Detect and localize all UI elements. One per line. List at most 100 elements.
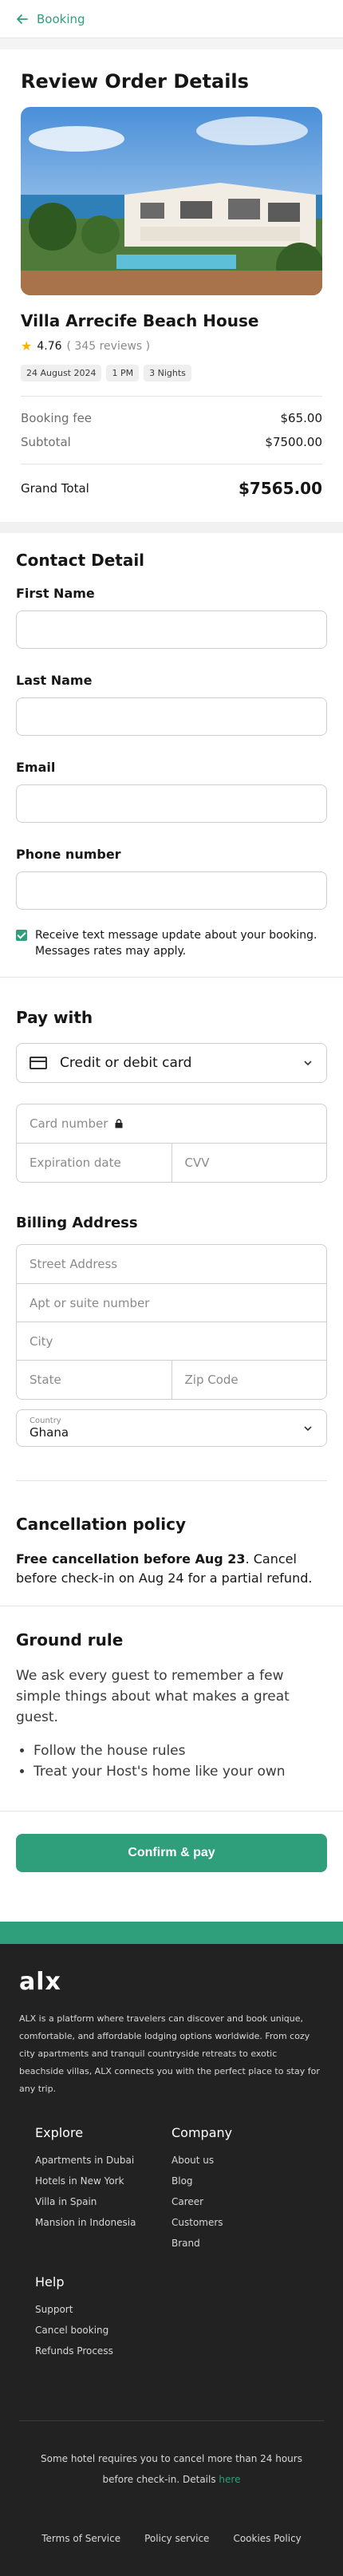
notice-text: Some hotel requires you to cancel more t… (41, 2453, 302, 2485)
subtotal-label: Subtotal (21, 435, 71, 449)
card-details-box: Card number Expiration date CVV (16, 1104, 327, 1183)
email-label: Email (16, 760, 56, 775)
street-placeholder: Street Address (30, 1257, 118, 1271)
explore-link[interactable]: Villa in Spain (35, 2196, 172, 2207)
country-label: Country (30, 1416, 61, 1425)
top-bar: Booking (0, 0, 343, 38)
sms-consent: Receive text message update about your b… (16, 927, 327, 959)
tag-time: 1 PM (106, 365, 140, 381)
booking-fee-label: Booking fee (21, 411, 93, 425)
booking-fee-value: $65.00 (280, 411, 323, 425)
spacer-band (0, 522, 343, 533)
company-link[interactable]: Career (172, 2196, 308, 2207)
sms-consent-text: Receive text message update about your b… (35, 929, 317, 958)
chevron-down-icon (304, 1061, 312, 1066)
cancellation-section: Cancellation policy Free cancellation be… (0, 1499, 343, 1606)
policy-link[interactable]: Policy service (144, 2533, 209, 2544)
card-expiry-cvv-row: Expiration date CVV (17, 1143, 326, 1182)
phone-input[interactable] (16, 871, 327, 910)
street-input[interactable]: Street Address (17, 1245, 326, 1283)
ground-rule-list: Follow the house rules Treat your Host's… (16, 1740, 327, 1782)
rating-value: 4.76 (37, 339, 62, 353)
footer-accent-strip (0, 1922, 343, 1944)
rating: ★ 4.76 ( 345 reviews ) (21, 338, 322, 354)
state-placeholder: State (30, 1373, 61, 1387)
last-name-input[interactable] (16, 697, 327, 736)
brand-logo[interactable]: alx (19, 1968, 324, 1996)
cvv-placeholder: CVV (184, 1156, 210, 1170)
ground-rule-title: Ground rule (16, 1630, 124, 1650)
first-name-label: First Name (16, 586, 95, 601)
back-button[interactable]: Booking (16, 12, 85, 26)
lock-icon (115, 1119, 123, 1128)
cookies-link[interactable]: Cookies Policy (233, 2533, 301, 2544)
card-number-placeholder: Card number (30, 1116, 108, 1131)
payment-method-value: Credit or debit card (60, 1055, 192, 1071)
explore-column: Explore Apartments in Dubai Hotels in Ne… (35, 2125, 172, 2258)
help-link[interactable]: Refunds Process (35, 2345, 308, 2357)
contact-title: Contact Detail (16, 551, 145, 570)
help-column: Help Support Cancel booking Refunds Proc… (19, 2274, 324, 2357)
divider (21, 396, 322, 397)
footer-notice: Some hotel requires you to cancel more t… (19, 2448, 324, 2490)
email-input[interactable] (16, 784, 327, 823)
company-link[interactable]: About us (172, 2155, 308, 2166)
company-column: Company About us Blog Career Customers B… (172, 2125, 308, 2258)
confirm-wrapper: Confirm & pay (0, 1834, 343, 1922)
notice-link[interactable]: here (219, 2474, 240, 2485)
spacer-band (0, 38, 343, 49)
tag-nights: 3 Nights (144, 365, 191, 381)
star-icon: ★ (21, 338, 33, 354)
explore-link[interactable]: Mansion in Indonesia (35, 2217, 172, 2228)
help-title: Help (35, 2274, 65, 2290)
card-number-input[interactable]: Card number (17, 1104, 326, 1143)
city-placeholder: City (30, 1333, 53, 1349)
last-name-label: Last Name (16, 673, 93, 688)
cancellation-text: Free cancellation before Aug 23. Cancel … (16, 1550, 327, 1588)
cvv-input[interactable]: CVV (171, 1144, 327, 1182)
legal-links: Terms of Service Policy service Cookies … (19, 2533, 324, 2544)
page-title: Review Order Details (21, 70, 249, 93)
expiration-placeholder: Expiration date (30, 1156, 121, 1170)
expiration-input[interactable]: Expiration date (17, 1144, 172, 1182)
explore-link[interactable]: Apartments in Dubai (35, 2155, 172, 2166)
divider (16, 1480, 327, 1481)
payment-method-select[interactable]: Credit or debit card (16, 1043, 327, 1083)
apt-placeholder: Apt or suite number (30, 1295, 150, 1310)
footer-columns: Explore Apartments in Dubai Hotels in Ne… (19, 2125, 324, 2258)
explore-link[interactable]: Hotels in New York (35, 2175, 172, 2187)
list-item: Follow the house rules (34, 1740, 327, 1761)
company-link[interactable]: Brand (172, 2238, 308, 2249)
zip-input[interactable]: Zip Code (171, 1361, 327, 1399)
property-image (21, 107, 322, 295)
property-name: Villa Arrecife Beach House (21, 311, 259, 330)
grand-total-value: $7565.00 (238, 479, 322, 498)
help-link[interactable]: Support (35, 2304, 308, 2315)
company-link[interactable]: Customers (172, 2217, 308, 2228)
terms-link[interactable]: Terms of Service (41, 2533, 120, 2544)
footer-divider (19, 2420, 324, 2421)
company-title: Company (172, 2125, 233, 2140)
sms-checkbox[interactable] (16, 930, 27, 941)
grand-total-label: Grand Total (21, 481, 89, 496)
state-zip-row: State Zip Code (17, 1360, 326, 1399)
first-name-input[interactable] (16, 610, 327, 649)
company-link[interactable]: Blog (172, 2175, 308, 2187)
ground-rule-intro: We ask every guest to remember a few sim… (16, 1668, 290, 1725)
city-input[interactable]: City (17, 1322, 326, 1360)
help-link[interactable]: Cancel booking (35, 2325, 308, 2336)
booking-tags: 24 August 2024 1 PM 3 Nights (21, 365, 322, 381)
confirm-pay-button[interactable]: Confirm & pay (16, 1834, 327, 1872)
apt-input[interactable]: Apt or suite number (17, 1283, 326, 1322)
country-select[interactable]: Country Ghana (16, 1409, 327, 1447)
state-input[interactable]: State (17, 1361, 172, 1399)
payment-section: Pay with Credit or debit card Card numbe… (0, 978, 343, 1499)
subtotal-row: Subtotal $7500.00 (21, 435, 322, 449)
reviews-count: ( 345 reviews ) (66, 339, 151, 353)
list-item: Treat your Host's home like your own (34, 1761, 327, 1782)
booking-fee-row: Booking fee $65.00 (21, 411, 322, 425)
phone-label: Phone number (16, 847, 121, 862)
pay-with-title: Pay with (16, 1008, 93, 1027)
review-order-section: Review Order Details Villa Arrecife Beac… (0, 49, 343, 522)
billing-address-box: Street Address Apt or suite number City … (16, 1244, 327, 1400)
